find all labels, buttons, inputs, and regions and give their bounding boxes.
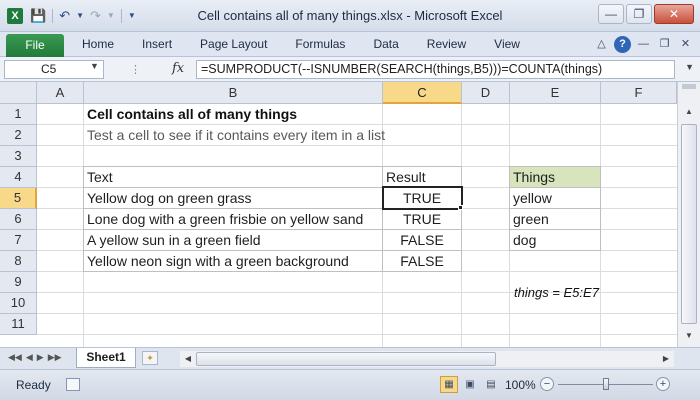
window-controls: — ❐ ✕ bbox=[598, 4, 694, 24]
last-sheet-icon[interactable]: ▶▶ bbox=[48, 352, 62, 363]
file-tab[interactable]: File bbox=[6, 34, 64, 57]
table-cell-text[interactable]: A yellow sun in a green field bbox=[84, 230, 382, 251]
row-header-4[interactable]: 4 bbox=[0, 167, 37, 188]
tab-data[interactable]: Data bbox=[359, 32, 412, 57]
table-border bbox=[509, 166, 601, 188]
column-header-d[interactable]: D bbox=[462, 82, 510, 104]
scroll-down-icon[interactable]: ▼ bbox=[681, 328, 697, 344]
things-item[interactable]: dog bbox=[510, 230, 600, 251]
macro-recording-icon[interactable] bbox=[66, 378, 80, 391]
workbook-close-icon[interactable]: ✕ bbox=[677, 36, 694, 53]
page-break-view-icon[interactable]: ▤ bbox=[482, 376, 500, 393]
sheet-tab-bar: ◀◀ ◀ ▶ ▶▶ Sheet1 ✦ ◀ ▶ bbox=[0, 347, 700, 369]
next-sheet-icon[interactable]: ▶ bbox=[37, 352, 44, 363]
worksheet-grid[interactable]: A B C D E F 1 2 3 4 5 6 7 8 9 10 11 Cell… bbox=[0, 82, 700, 347]
help-icon[interactable]: ? bbox=[614, 36, 631, 53]
expand-formula-bar-icon[interactable]: ▼ bbox=[685, 62, 694, 72]
zoom-slider-thumb[interactable] bbox=[603, 378, 609, 390]
formula-bar-grip-icon[interactable]: ⋮ bbox=[130, 63, 142, 76]
prev-sheet-icon[interactable]: ◀ bbox=[26, 352, 33, 363]
close-button[interactable]: ✕ bbox=[654, 4, 694, 24]
vertical-scroll-thumb[interactable] bbox=[681, 124, 697, 324]
split-box[interactable] bbox=[682, 84, 696, 89]
status-bar: Ready ▦ ▣ ▤ 100% − + bbox=[0, 369, 700, 400]
tab-page-layout[interactable]: Page Layout bbox=[186, 32, 281, 57]
row-header-9[interactable]: 9 bbox=[0, 272, 37, 293]
ribbon-right-controls: △ ? — ❐ ✕ bbox=[593, 36, 694, 53]
table-cell-text[interactable]: Yellow neon sign with a green background bbox=[84, 251, 382, 272]
tab-formulas[interactable]: Formulas bbox=[281, 32, 359, 57]
select-all-corner[interactable] bbox=[0, 82, 37, 104]
insert-function-button[interactable]: fx bbox=[172, 61, 184, 76]
things-item[interactable]: green bbox=[510, 209, 600, 230]
tab-review[interactable]: Review bbox=[413, 32, 480, 57]
status-ready: Ready bbox=[16, 378, 51, 392]
name-box[interactable]: C5 bbox=[4, 60, 104, 79]
column-header-f[interactable]: F bbox=[601, 82, 677, 104]
column-header-c[interactable]: C bbox=[383, 82, 462, 104]
table-cell-result[interactable]: FALSE bbox=[383, 251, 461, 272]
page-layout-view-icon[interactable]: ▣ bbox=[461, 376, 479, 393]
row-header-10[interactable]: 10 bbox=[0, 293, 37, 314]
vertical-scrollbar[interactable]: ▲ ▼ bbox=[677, 82, 700, 347]
ribbon-tabs: Home Insert Page Layout Formulas Data Re… bbox=[68, 32, 534, 57]
row-header-11[interactable]: 11 bbox=[0, 314, 37, 335]
sheet-tab-sheet1[interactable]: Sheet1 bbox=[76, 348, 136, 368]
ribbon-tab-bar: File Home Insert Page Layout Formulas Da… bbox=[0, 32, 700, 57]
view-buttons: ▦ ▣ ▤ bbox=[440, 376, 500, 393]
row-header-3[interactable]: 3 bbox=[0, 146, 37, 167]
restore-button[interactable]: ❐ bbox=[626, 4, 652, 24]
table-cell-result[interactable]: FALSE bbox=[383, 230, 461, 251]
title-bar: X 💾 ↶ ▼ ↷ ▼ ▼ Cell contains all of many … bbox=[0, 0, 700, 32]
formula-input[interactable]: =SUMPRODUCT(--ISNUMBER(SEARCH(things,B5)… bbox=[196, 60, 675, 79]
sheet-title[interactable]: Cell contains all of many things bbox=[84, 104, 484, 125]
sheet-nav-buttons: ◀◀ ◀ ▶ ▶▶ bbox=[8, 352, 62, 363]
active-cell-selection[interactable] bbox=[382, 186, 463, 210]
column-header-b[interactable]: B bbox=[84, 82, 383, 104]
column-header-a[interactable]: A bbox=[37, 82, 84, 104]
zoom-out-icon[interactable]: − bbox=[540, 377, 554, 391]
table-cell-text[interactable]: Yellow dog on green grass bbox=[84, 188, 382, 209]
row-header-2[interactable]: 2 bbox=[0, 125, 37, 146]
table-cell-result[interactable]: TRUE bbox=[383, 209, 461, 230]
zoom-in-icon[interactable]: + bbox=[656, 377, 670, 391]
fill-handle[interactable] bbox=[458, 205, 463, 210]
named-range-note[interactable]: things = E5:E7 bbox=[511, 283, 671, 304]
workbook-minimize-icon[interactable]: — bbox=[635, 36, 652, 53]
minimize-button[interactable]: — bbox=[598, 4, 624, 24]
tab-home[interactable]: Home bbox=[68, 32, 128, 57]
window-title: Cell contains all of many things.xlsx - … bbox=[197, 8, 503, 23]
zoom-level[interactable]: 100% bbox=[505, 378, 536, 392]
formula-bar: C5 ▼ ⋮ fx =SUMPRODUCT(--ISNUMBER(SEARCH(… bbox=[0, 57, 700, 82]
row-header-8[interactable]: 8 bbox=[0, 251, 37, 272]
tab-view[interactable]: View bbox=[480, 32, 534, 57]
gridline bbox=[37, 334, 677, 335]
table-cell-text[interactable]: Lone dog with a green frisbie on yellow … bbox=[84, 209, 382, 230]
first-sheet-icon[interactable]: ◀◀ bbox=[8, 352, 22, 363]
insert-sheet-icon[interactable]: ✦ bbox=[142, 351, 158, 365]
row-header-6[interactable]: 6 bbox=[0, 209, 37, 230]
column-header-e[interactable]: E bbox=[510, 82, 601, 104]
row-header-1[interactable]: 1 bbox=[0, 104, 37, 125]
gridline bbox=[37, 313, 677, 314]
horizontal-scrollbar[interactable]: ◀ ▶ bbox=[180, 351, 674, 367]
tab-insert[interactable]: Insert bbox=[128, 32, 186, 57]
scroll-left-icon[interactable]: ◀ bbox=[180, 351, 196, 367]
workbook-restore-icon[interactable]: ❐ bbox=[656, 36, 673, 53]
sheet-subtitle[interactable]: Test a cell to see if it contains every … bbox=[84, 125, 484, 146]
scroll-right-icon[interactable]: ▶ bbox=[658, 351, 674, 367]
table-header-text[interactable]: Text bbox=[84, 167, 382, 188]
scroll-up-icon[interactable]: ▲ bbox=[681, 104, 697, 120]
name-box-dropdown-icon[interactable]: ▼ bbox=[90, 61, 99, 71]
minimize-ribbon-icon[interactable]: △ bbox=[593, 36, 610, 53]
row-header-5[interactable]: 5 bbox=[0, 188, 37, 209]
things-item[interactable]: yellow bbox=[510, 188, 600, 209]
horizontal-scroll-thumb[interactable] bbox=[196, 352, 496, 366]
normal-view-icon[interactable]: ▦ bbox=[440, 376, 458, 393]
table-header-result[interactable]: Result bbox=[383, 167, 461, 188]
row-header-7[interactable]: 7 bbox=[0, 230, 37, 251]
